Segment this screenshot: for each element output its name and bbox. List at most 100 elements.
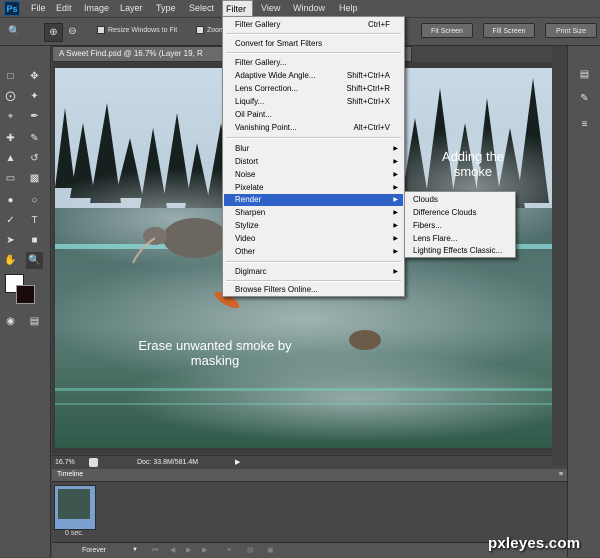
menu-item-render[interactable]: Render ▶ [224, 194, 403, 206]
menu-file[interactable]: File [28, 0, 49, 17]
menu-type[interactable]: Type [153, 0, 179, 17]
menu-item-other[interactable]: Other ▶ [224, 246, 403, 258]
shape-tool-icon[interactable]: ■ [26, 232, 43, 249]
submenu-item-lens-flare[interactable]: Lens Flare... [413, 233, 457, 245]
menu-item-filter-gallery[interactable]: Filter Gallery... [224, 57, 403, 69]
eyedropper-tool-icon[interactable]: ✒ [26, 108, 43, 125]
menu-item-noise[interactable]: Noise ▶ [224, 169, 403, 181]
quick-mask-icon[interactable]: ◉ [2, 313, 19, 330]
menu-item-convert-smart-filters[interactable]: Convert for Smart Filters [224, 38, 403, 50]
crop-tool-icon[interactable]: ⌖ [2, 108, 19, 125]
menu-item-filter-gallery-last[interactable]: Filter Gallery Ctrl+F [224, 19, 403, 31]
submenu-arrow-icon: ▶ [393, 172, 398, 178]
menu-select[interactable]: Select [186, 0, 217, 17]
status-info-icon[interactable] [89, 458, 98, 467]
marquee-tool-icon[interactable]: □ [2, 68, 19, 85]
frame-delay[interactable]: 0 sec. [65, 530, 84, 537]
loop-select[interactable]: Forever [82, 543, 106, 558]
submenu-arrow-icon: ▶ [393, 197, 398, 203]
menu-item-vanishing-point[interactable]: Vanishing Point... Alt+Ctrl+V [224, 122, 403, 134]
menu-item-stylize[interactable]: Stylize ▶ [224, 220, 403, 232]
adjustments-panel-icon[interactable]: ≡ [576, 116, 593, 133]
menu-separator [226, 52, 401, 54]
menu-item-browse-filters-online[interactable]: Browse Filters Online... [224, 284, 403, 296]
history-brush-tool-icon[interactable]: ↺ [26, 150, 43, 167]
hand-tool-icon[interactable]: ✋ [2, 252, 19, 269]
delete-frame-icon[interactable]: ▣ [267, 543, 274, 558]
submenu-arrow-icon: ▶ [393, 269, 398, 275]
zoom-tool-icon[interactable]: 🔍 [6, 23, 23, 40]
annotation-line-1: Adding the [441, 149, 505, 164]
filter-menu: Filter Gallery Ctrl+F Convert for Smart F… [222, 16, 405, 297]
menu-image[interactable]: Image [81, 0, 112, 17]
timeline-title[interactable]: Timeline [57, 469, 83, 481]
menu-item-lens-correction[interactable]: Lens Correction... Shift+Ctrl+R [224, 83, 403, 95]
path-selection-tool-icon[interactable]: ➤ [2, 232, 19, 249]
move-tool-icon[interactable]: ✥ [26, 68, 43, 85]
fit-screen-button[interactable]: Fit Screen [421, 23, 473, 38]
status-menu-arrow-icon[interactable]: ▶ [235, 456, 240, 469]
tools-panel: □ ✥ ⨀ ✦ ⌖ ✒ ✚ ✎ ▲ ↺ ▭ ▩ ● ○ ✓ T ➤ ■ ✋ 🔍 … [0, 46, 51, 557]
menu-item-digimarc[interactable]: Digimarc ▶ [224, 266, 403, 278]
blur-tool-icon[interactable]: ● [2, 192, 19, 209]
menu-filter[interactable]: Filter [222, 0, 253, 17]
first-frame-icon[interactable]: ⏮ [152, 543, 158, 558]
clone-stamp-tool-icon[interactable]: ▲ [2, 150, 19, 167]
eraser-tool-icon[interactable]: ▭ [2, 170, 19, 187]
quick-select-tool-icon[interactable]: ✦ [26, 88, 43, 105]
play-icon[interactable]: ▶ [186, 543, 191, 558]
duplicate-frame-icon[interactable]: ▤ [247, 543, 254, 558]
screen-mode-icon[interactable]: ▤ [26, 313, 43, 330]
brush-panel-icon[interactable]: ✎ [576, 90, 593, 107]
menu-window[interactable]: Window [290, 0, 328, 17]
background-color-swatch[interactable] [16, 285, 35, 304]
lasso-tool-icon[interactable]: ⨀ [2, 88, 19, 105]
menu-item-liquify[interactable]: Liquify... Shift+Ctrl+X [224, 96, 403, 108]
menu-separator [226, 261, 401, 263]
resize-windows-label: Resize Windows to Fit [108, 27, 178, 34]
menu-item-video[interactable]: Video ▶ [224, 233, 403, 245]
submenu-item-clouds[interactable]: Clouds [413, 194, 438, 206]
timeline-panel-header: Timeline ≡ [52, 469, 567, 482]
submenu-arrow-icon: ▶ [393, 146, 398, 152]
print-size-button[interactable]: Print Size [545, 23, 597, 38]
menu-item-oil-paint[interactable]: Oil Paint... [224, 109, 403, 121]
healing-brush-tool-icon[interactable]: ✚ [2, 130, 19, 147]
menu-help[interactable]: Help [336, 0, 361, 17]
type-tool-icon[interactable]: T [26, 212, 43, 229]
watermark: pxleyes.com [488, 535, 581, 552]
zoom-level[interactable]: 16.7% [55, 456, 75, 469]
history-panel-icon[interactable]: ▤ [576, 66, 593, 83]
menu-item-sharpen[interactable]: Sharpen ▶ [224, 207, 403, 219]
menu-layer[interactable]: Layer [117, 0, 146, 17]
menu-item-pixelate[interactable]: Pixelate ▶ [224, 182, 403, 194]
menu-item-blur[interactable]: Blur ▶ [224, 143, 403, 155]
tween-icon[interactable]: ≡ [227, 543, 231, 558]
menu-item-distort[interactable]: Distort ▶ [224, 156, 403, 168]
submenu-item-lighting-effects-classic[interactable]: Lighting Effects Classic... [413, 245, 502, 257]
photoshop-logo: Ps [4, 1, 20, 16]
dodge-tool-icon[interactable]: ○ [26, 192, 43, 209]
submenu-arrow-icon: ▶ [393, 210, 398, 216]
panel-menu-icon[interactable]: ≡ [559, 469, 563, 481]
gradient-tool-icon[interactable]: ▩ [26, 170, 43, 187]
menu-edit[interactable]: Edit [53, 0, 75, 17]
fill-screen-button[interactable]: Fill Screen [483, 23, 535, 38]
zoom-in-icon[interactable]: ⊕ [44, 23, 63, 42]
menu-view[interactable]: View [258, 0, 283, 17]
prev-frame-icon[interactable]: ◀ [170, 543, 175, 558]
menu-item-adaptive-wide-angle[interactable]: Adaptive Wide Angle... Shift+Ctrl+A [224, 70, 403, 82]
submenu-arrow-icon: ▶ [393, 249, 398, 255]
pen-tool-icon[interactable]: ✓ [2, 212, 19, 229]
submenu-item-fibers[interactable]: Fibers... [413, 220, 442, 232]
zoom-out-icon[interactable]: ⊖ [64, 23, 81, 40]
resize-windows-checkbox[interactable] [97, 26, 105, 34]
zoom-all-checkbox[interactable] [196, 26, 204, 34]
submenu-item-difference-clouds[interactable]: Difference Clouds [413, 207, 476, 219]
timeline-frame-1[interactable] [54, 485, 96, 530]
next-frame-icon[interactable]: ▶ [202, 543, 207, 558]
zoom-tool-panel-icon[interactable]: 🔍 [26, 252, 43, 269]
submenu-arrow-icon: ▶ [393, 223, 398, 229]
loop-dropdown-icon[interactable]: ▼ [132, 543, 138, 558]
brush-tool-icon[interactable]: ✎ [26, 130, 43, 147]
